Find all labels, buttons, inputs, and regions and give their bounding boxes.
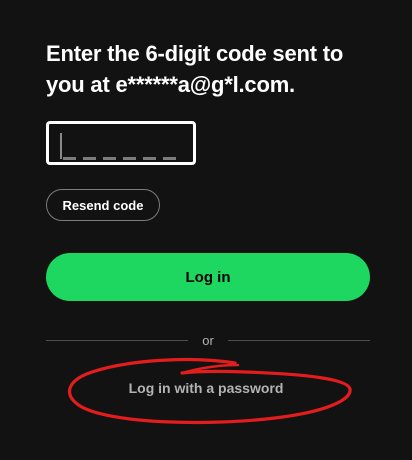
resend-code-button[interactable]: Resend code <box>46 189 160 221</box>
digit-slot <box>83 157 96 160</box>
verification-code-input[interactable] <box>46 121 196 165</box>
digit-slot <box>63 157 76 160</box>
login-button[interactable]: Log in <box>46 253 370 301</box>
page-title-line-2: you at e******a@g*l.com. <box>46 72 295 97</box>
page-title-line-1: Enter the 6-digit code sent to <box>46 41 344 66</box>
digit-slot <box>103 157 116 160</box>
digit-slot <box>163 157 176 160</box>
text-cursor <box>60 133 62 159</box>
divider-line-right <box>228 340 370 341</box>
login-with-password-link[interactable]: Log in with a password <box>90 376 322 400</box>
or-divider: or <box>46 331 370 351</box>
digit-slot <box>123 157 136 160</box>
digit-slot <box>143 157 156 160</box>
page-title: Enter the 6-digit code sent to you at e*… <box>46 38 386 100</box>
digit-placeholders <box>63 157 176 160</box>
